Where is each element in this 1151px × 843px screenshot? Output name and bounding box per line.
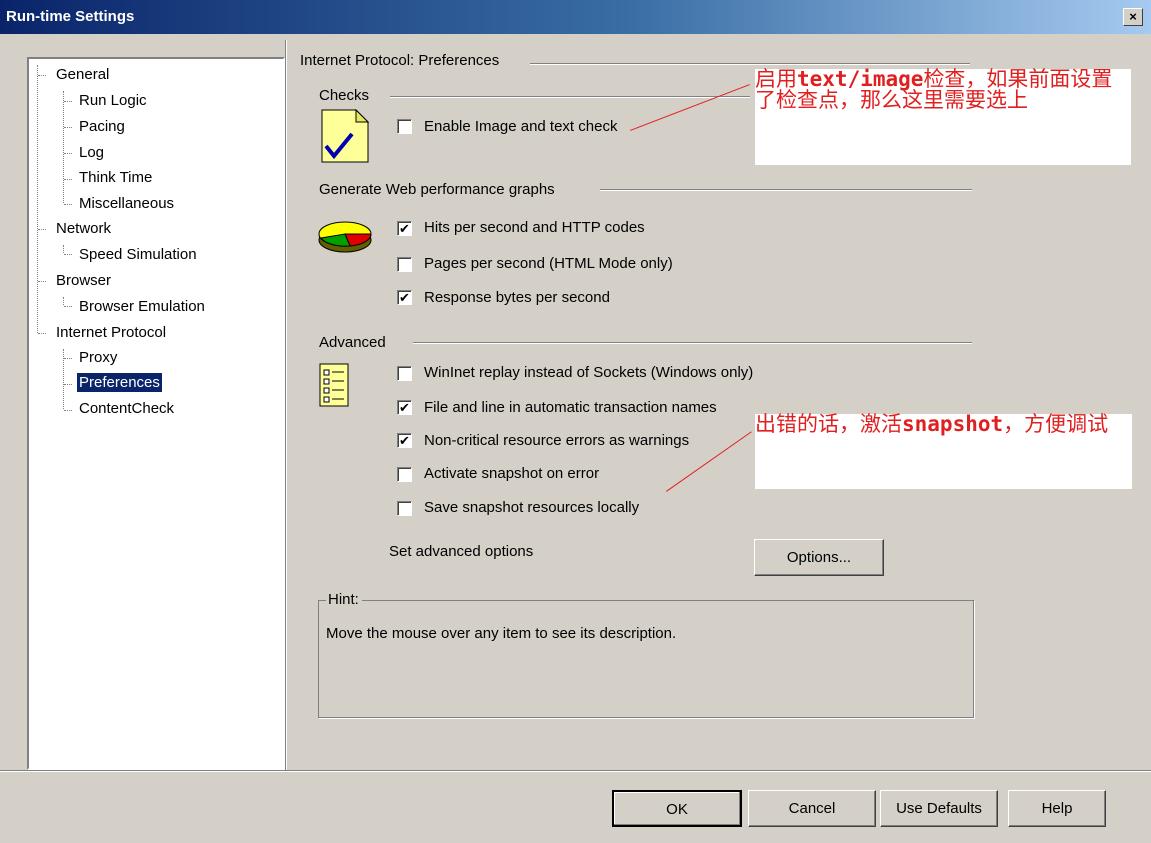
advanced-group-title: Advanced <box>319 334 386 351</box>
tree-line <box>38 229 46 230</box>
annotation-text: 出错的话，激活 <box>755 412 902 436</box>
tree-line <box>64 358 72 359</box>
footer-separator <box>0 770 1151 772</box>
label-response-bytes: Response bytes per second <box>424 289 610 306</box>
label-activate-snapshot: Activate snapshot on error <box>424 465 600 482</box>
tree-line <box>64 153 72 154</box>
tree-item-contentcheck[interactable]: ContentCheck <box>77 399 176 418</box>
checkbox-response-bytes[interactable]: ✔ <box>397 290 412 305</box>
cancel-button[interactable]: Cancel <box>748 790 876 827</box>
label-non-critical-errors: Non-critical resource errors as warnings <box>424 432 690 449</box>
tree-item-general[interactable]: General <box>54 65 111 84</box>
checks-group-title: Checks <box>319 87 370 104</box>
list-document-icon <box>319 363 349 407</box>
hint-text: Move the mouse over any item to see its … <box>326 625 677 642</box>
hint-box <box>318 600 974 718</box>
tree-item-browser-emulation[interactable]: Browser Emulation <box>77 297 207 316</box>
checkbox-enable-image-text-check[interactable] <box>397 119 412 134</box>
checks-group-rule <box>390 96 750 98</box>
annotation-text: ，方便调试 <box>1003 412 1109 436</box>
tree-item-preferences[interactable]: Preferences <box>77 373 162 392</box>
tree-item-speed-simulation[interactable]: Speed Simulation <box>77 245 199 264</box>
checkbox-activate-snapshot[interactable] <box>397 467 412 482</box>
use-defaults-button[interactable]: Use Defaults <box>880 790 998 827</box>
checkbox-pages-per-second[interactable] <box>397 257 412 272</box>
tree-line <box>64 384 72 385</box>
tree-item-proxy[interactable]: Proxy <box>77 348 119 367</box>
label-enable-image-text-check: Enable Image and text check <box>424 118 618 135</box>
label-wininet-replay: WinInet replay instead of Sockets (Windo… <box>424 364 754 381</box>
close-button[interactable]: × <box>1123 8 1143 26</box>
label-pages-per-second: Pages per second (HTML Mode only) <box>424 255 673 272</box>
panel-divider <box>285 40 287 770</box>
settings-tree[interactable]: General Run Logic Pacing Log Think Time … <box>27 57 285 770</box>
help-button[interactable]: Help <box>1008 790 1106 827</box>
tree-item-browser[interactable]: Browser <box>54 271 113 290</box>
annotation-image-check: 启用text/image检查，如果前面设置了检查点，那么这里需要选上 <box>755 69 1131 165</box>
options-button[interactable]: Options... <box>754 539 884 576</box>
tree-line <box>63 91 64 203</box>
label-save-snapshot: Save snapshot resources locally <box>424 499 640 516</box>
window-title: Run-time Settings <box>6 8 135 25</box>
tree-item-log[interactable]: Log <box>77 143 106 162</box>
hint-title: Hint: <box>326 591 362 608</box>
tree-line <box>64 127 72 128</box>
checkbox-save-snapshot[interactable] <box>397 501 412 516</box>
title-bar: Run-time Settings × <box>0 0 1151 34</box>
tree-item-miscellaneous[interactable]: Miscellaneous <box>77 194 176 213</box>
tree-item-run-logic[interactable]: Run Logic <box>77 91 149 110</box>
tree-line <box>64 179 72 180</box>
tree-line <box>37 65 38 333</box>
check-document-icon <box>321 108 370 163</box>
ok-button[interactable]: OK <box>612 790 742 827</box>
tree-line <box>64 204 72 205</box>
checkbox-wininet-replay[interactable] <box>397 366 412 381</box>
advanced-group-rule <box>413 342 972 344</box>
tree-line <box>64 410 72 411</box>
annotation-code: snapshot <box>902 412 1004 436</box>
tree-line <box>38 281 46 282</box>
tree-item-think-time[interactable]: Think Time <box>77 168 154 187</box>
annotation-snapshot: 出错的话，激活snapshot，方便调试 <box>755 414 1132 489</box>
annotation-pointer-line <box>630 84 750 131</box>
label-file-and-line: File and line in automatic transaction n… <box>424 399 717 416</box>
tree-line <box>63 245 64 253</box>
tree-line <box>63 297 64 305</box>
pie-chart-icon <box>318 221 372 253</box>
tree-line <box>38 333 46 334</box>
tree-line <box>38 75 46 76</box>
panel-heading: Internet Protocol: Preferences <box>300 52 500 69</box>
tree-item-pacing[interactable]: Pacing <box>77 117 127 136</box>
checkbox-file-and-line[interactable]: ✔ <box>397 400 412 415</box>
tree-line <box>64 101 72 102</box>
tree-line <box>64 254 72 255</box>
graphs-group-rule <box>600 189 972 191</box>
advanced-options-label: Set advanced options <box>389 543 534 560</box>
heading-rule <box>530 63 970 65</box>
tree-item-internet-protocol[interactable]: Internet Protocol <box>54 323 168 342</box>
label-hits-per-second: Hits per second and HTTP codes <box>424 219 645 236</box>
checkbox-hits-per-second[interactable]: ✔ <box>397 221 412 236</box>
tree-item-network[interactable]: Network <box>54 219 113 238</box>
checkbox-non-critical-errors[interactable]: ✔ <box>397 433 412 448</box>
graphs-group-title: Generate Web performance graphs <box>319 181 555 198</box>
tree-line <box>64 306 72 307</box>
